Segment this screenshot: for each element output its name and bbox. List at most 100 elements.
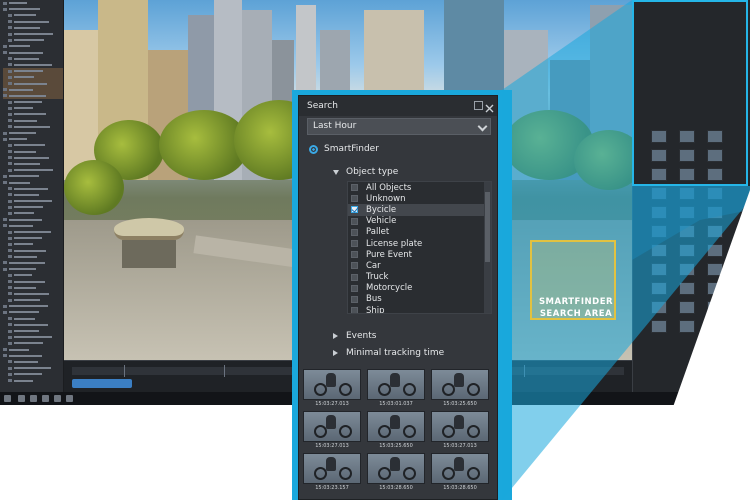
mini-thumbnail[interactable] [679,282,695,295]
bicycle-result-thumbnail[interactable] [303,411,361,442]
checkbox-icon[interactable] [351,273,358,281]
camera-icon [8,379,12,383]
app-icon[interactable] [54,395,61,402]
time-range-select[interactable]: Last Hour [307,118,491,135]
mini-thumbnail[interactable] [651,282,667,295]
camera-icon [3,7,7,11]
app-icon[interactable] [30,395,37,402]
mini-thumbnail[interactable] [651,225,667,238]
object-type-option[interactable]: License plate [348,238,491,249]
object-type-option[interactable]: Motorcycle [348,283,491,294]
object-type-option[interactable]: Truck [348,272,491,283]
mini-thumbnail[interactable] [679,225,695,238]
object-type-section-toggle[interactable]: Object type [333,167,398,177]
cyclist [326,457,336,471]
bicycle-result-thumbnail[interactable] [431,369,489,400]
wheel [339,383,352,396]
list-scrollbar[interactable] [484,182,491,313]
start-icon[interactable] [4,395,11,402]
mini-thumbnail[interactable] [679,244,695,257]
bicycle-result-thumbnail[interactable] [367,453,425,484]
tree [574,130,632,190]
tree-row[interactable] [3,377,63,383]
bicycle-result-thumbnail[interactable] [367,411,425,442]
mini-thumbnail[interactable] [707,301,723,314]
mini-thumbnail[interactable] [679,206,695,219]
mini-thumbnail[interactable] [651,244,667,257]
object-type-option[interactable]: Vehicle [348,216,491,227]
checkbox-icon[interactable] [351,195,358,203]
mini-thumbnail[interactable] [707,263,723,276]
object-type-option[interactable]: Pure Event [348,249,491,260]
object-type-items: All Objects Unknown Bycicle Vehicle Pallet Li… [348,182,491,313]
bicycle-result-thumbnail[interactable] [431,453,489,484]
app-icon[interactable] [66,395,73,402]
checkbox-icon[interactable] [351,228,358,236]
camera-icon [8,156,12,160]
close-icon[interactable] [485,101,494,113]
app-icon[interactable] [18,395,25,402]
tray-icon[interactable] [712,395,719,402]
camera-icon [8,75,12,79]
bicycle-result-thumbnail[interactable] [367,369,425,400]
thumbnail-timestamp: 15:03:01.037 [379,401,413,407]
mini-thumbnail[interactable] [679,301,695,314]
events-section-toggle[interactable]: Events [333,331,376,341]
object-type-option[interactable]: Car [348,260,491,271]
mini-thumbnail[interactable] [707,206,723,219]
mini-thumbnail[interactable] [651,320,667,333]
maximize-icon[interactable] [474,101,483,110]
camera-icon [3,310,7,314]
checkbox-icon[interactable] [351,262,358,270]
object-type-option[interactable]: All Objects [348,182,491,193]
object-type-option[interactable]: Bycicle [348,204,491,216]
checkbox-icon[interactable] [351,184,358,192]
object-type-list[interactable]: All Objects Unknown Bycicle Vehicle Pallet Li… [347,181,492,314]
mini-thumbnail[interactable] [651,301,667,314]
tray-icon[interactable] [700,395,707,402]
object-type-option[interactable]: Bus [348,294,491,305]
mini-thumbnail[interactable] [651,187,667,200]
min-tracking-section-toggle[interactable]: Minimal tracking time [333,348,444,358]
mini-thumbnail[interactable] [707,225,723,238]
checkbox-icon[interactable] [351,251,358,259]
smartfinder-radio[interactable]: SmartFinder [309,144,379,154]
bicycle-result-thumbnail[interactable] [303,453,361,484]
object-type-option[interactable]: Ship [348,305,491,313]
camera-icon [3,267,7,271]
object-type-option[interactable]: Unknown [348,193,491,204]
checkbox-icon[interactable] [351,284,358,292]
mini-thumbnail[interactable] [707,244,723,257]
mini-thumbnail[interactable] [707,320,723,333]
object-type-option-label: Bus [366,294,382,305]
wheel [403,467,416,480]
mini-thumbnail[interactable] [679,320,695,333]
camera-icon [8,193,12,197]
app-icon[interactable] [42,395,49,402]
checkbox-icon[interactable] [351,240,358,248]
events-label: Events [346,331,377,341]
mini-thumbnail[interactable] [707,282,723,295]
expand-right-icon [333,333,338,339]
mini-thumbnail[interactable] [707,187,723,200]
camera-tree-sidebar[interactable] [0,0,64,392]
checkbox-icon[interactable] [351,307,358,313]
checkbox-icon[interactable] [351,295,358,303]
tree [64,160,124,215]
object-type-option[interactable]: Pallet [348,227,491,238]
bicycle-result-thumbnail[interactable] [303,369,361,400]
bicycle-result-thumbnail[interactable] [431,411,489,442]
camera-icon [8,100,12,104]
mini-thumbnail[interactable] [679,187,695,200]
wheel [339,467,352,480]
checkbox-checked-icon[interactable] [351,206,358,214]
checkbox-icon[interactable] [351,217,358,225]
timeline-selection[interactable] [72,379,132,388]
cyclist [454,415,464,429]
mini-thumbnail[interactable] [679,263,695,276]
smartfinder-label: SmartFinder [324,144,379,154]
object-type-option-label: Unknown [366,193,406,204]
scroll-thumb[interactable] [485,192,490,262]
mini-thumbnail[interactable] [651,263,667,276]
mini-thumbnail[interactable] [651,206,667,219]
